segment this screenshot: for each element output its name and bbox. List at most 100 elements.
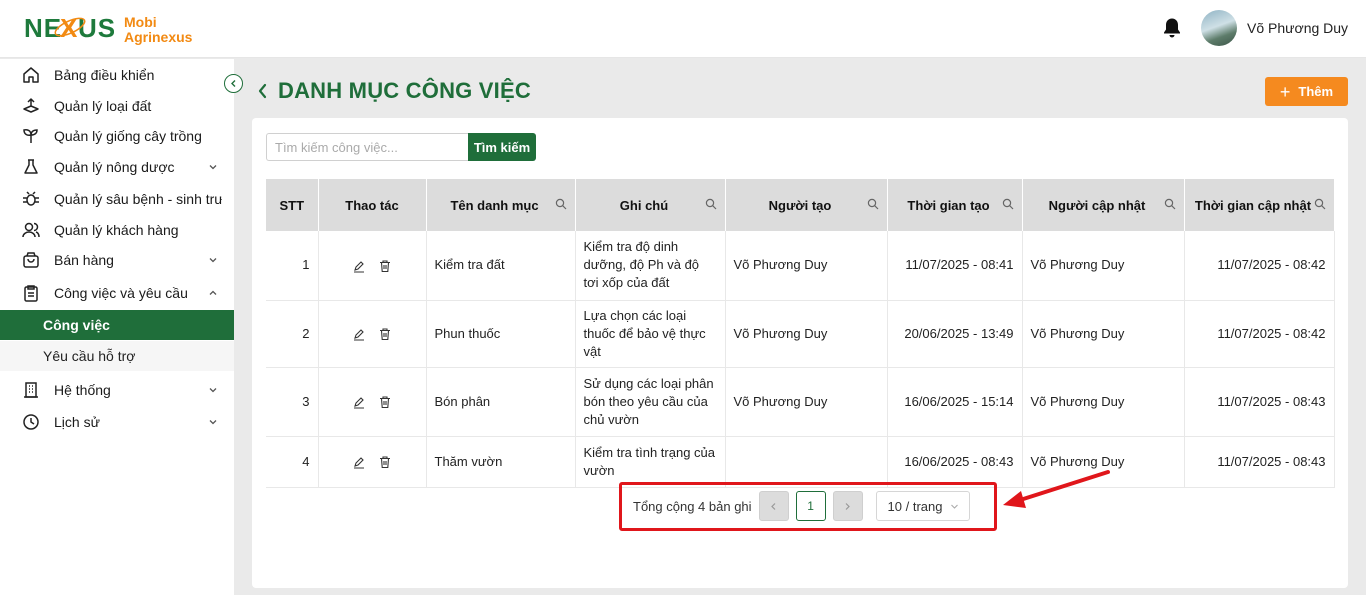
col-header-updater: Người cập nhật — [1022, 179, 1185, 231]
svg-text:US: US — [78, 13, 114, 43]
nexus-logo-icon: NE X US — [24, 13, 115, 43]
sidebar-item-label: Quản lý giống cây trồng — [54, 128, 202, 144]
delete-icon[interactable] — [378, 395, 392, 409]
sidebar-item-system[interactable]: Hệ thống — [0, 375, 234, 405]
sidebar-subitem-label: Yêu cầu hỗ trợ — [43, 348, 136, 364]
search-input[interactable] — [266, 133, 468, 161]
soil-icon — [23, 98, 39, 113]
search-icon[interactable] — [1314, 198, 1326, 210]
avatar[interactable] — [1201, 10, 1237, 46]
sidebar-item-label: Quản lý loại đất — [54, 98, 152, 114]
search-icon[interactable] — [705, 198, 717, 210]
sidebar-item-dashboard[interactable]: Bảng điều khiển — [0, 60, 234, 90]
col-header-label: Người tạo — [768, 197, 832, 213]
cell-name: Kiểm tra đất — [426, 231, 576, 301]
search-icon[interactable] — [1164, 198, 1176, 210]
logo-line-2: Agrinexus — [124, 29, 193, 45]
edit-icon[interactable] — [352, 455, 366, 469]
search-icon[interactable] — [555, 198, 567, 210]
cell-creator: Võ Phương Duy — [725, 367, 888, 437]
col-header-updated: Thời gian cập nhật — [1184, 179, 1335, 231]
cell-actions — [318, 367, 427, 437]
add-button-label: Thêm — [1298, 84, 1334, 99]
sidebar-item-label: Bảng điều khiển — [54, 67, 155, 83]
col-header-stt: STT — [266, 179, 319, 231]
search-icon[interactable] — [1002, 198, 1014, 210]
sidebar-item-plant[interactable]: Quản lý giống cây trồng — [0, 121, 234, 151]
page-size-select[interactable]: 10 / trang — [875, 491, 970, 521]
edit-icon[interactable] — [352, 259, 366, 273]
chevron-down-icon — [209, 258, 217, 263]
page-number-button[interactable]: 1 — [795, 491, 826, 521]
cell-note: Kiểm tra độ dinh dưỡng, độ Ph và độ tơi … — [575, 231, 726, 301]
edit-icon[interactable] — [352, 327, 366, 341]
chevron-down-icon — [209, 388, 217, 393]
clock-icon — [23, 414, 39, 430]
bell-icon[interactable] — [1162, 17, 1182, 39]
logo-text: Mobi Agrinexus — [124, 15, 192, 45]
page-title: DANH MỤC CÔNG VIỆC — [278, 78, 531, 103]
back-arrow-icon[interactable] — [256, 81, 270, 101]
delete-icon[interactable] — [378, 327, 392, 341]
bug-icon — [23, 191, 39, 206]
chevron-up-icon — [209, 290, 217, 295]
edit-icon[interactable] — [352, 395, 366, 409]
cell-creator: Võ Phương Duy — [725, 300, 888, 368]
sidebar-item-label: Công việc và yêu cầu — [54, 285, 188, 301]
tasks-table: STT Thao tác Tên danh mục Ghi chú Người … — [266, 179, 1335, 488]
app-logo[interactable]: NE X US Mobi Agrinexus — [24, 8, 192, 52]
cell-name: Thăm vườn — [426, 436, 576, 488]
sidebar-subitem-tasks[interactable]: Công việc — [0, 310, 234, 340]
cell-actions — [318, 300, 427, 368]
cell-creator — [725, 436, 888, 488]
cell-actions — [318, 436, 427, 488]
cell-note: Lựa chọn các loại thuốc để bảo vệ thực v… — [575, 300, 726, 368]
sidebar-item-history[interactable]: Lịch sử — [0, 407, 234, 437]
user-name[interactable]: Võ Phương Duy — [1247, 20, 1348, 36]
col-header-label: Người cập nhật — [1048, 197, 1146, 213]
chevron-down-icon — [209, 165, 217, 170]
col-header-label: Thời gian cập nhật — [1194, 197, 1312, 213]
search-icon[interactable] — [867, 198, 879, 210]
search-button[interactable]: Tìm kiếm — [468, 133, 536, 161]
chevron-left-icon — [771, 502, 776, 510]
sidebar-item-pesticide[interactable]: Quản lý nông dược — [0, 152, 234, 182]
sidebar-item-soil[interactable]: Quản lý loại đất — [0, 91, 234, 121]
sidebar-item-label: Lịch sử — [54, 414, 100, 430]
table-row: 4 Thăm vườn Kiểm tra tình trạng của vườn… — [266, 436, 1335, 488]
col-header-label: STT — [279, 197, 305, 213]
page-size-value: 10 / trang — [887, 498, 943, 514]
sidebar-item-tasks[interactable]: Công việc và yêu cầu — [0, 278, 234, 308]
top-header: NE X US Mobi Agrinexus Võ Phương Duy — [0, 0, 1366, 58]
cell-note: Kiểm tra tình trạng của vườn — [575, 436, 726, 488]
sidebar-item-label: Hệ thống — [54, 382, 111, 398]
cell-created: 16/06/2025 - 08:43 — [887, 436, 1023, 488]
pagination-total: Tổng cộng 4 bản ghi — [633, 498, 752, 514]
sidebar-item-sales[interactable]: Bán hàng — [0, 245, 234, 275]
delete-icon[interactable] — [378, 259, 392, 273]
table-row: 2 Phun thuốc Lựa chọn các loại thuốc để … — [266, 300, 1335, 368]
logo-mark: NE X US — [24, 9, 115, 52]
col-header-label: Thao tác — [345, 197, 399, 213]
next-page-button[interactable] — [832, 491, 863, 521]
add-button[interactable]: + Thêm — [1265, 77, 1348, 106]
cell-name: Bón phân — [426, 367, 576, 437]
prev-page-button[interactable] — [758, 491, 789, 521]
plus-icon: + — [1279, 81, 1291, 102]
delete-icon[interactable] — [378, 455, 392, 469]
sidebar: Bảng điều khiển Quản lý loại đất Quản lý… — [0, 59, 234, 595]
sidebar-item-pest[interactable]: Quản lý sâu bệnh - sinh trưởng — [0, 184, 234, 214]
col-header-note: Ghi chú — [575, 179, 726, 231]
cell-stt: 1 — [266, 231, 319, 301]
cell-stt: 2 — [266, 300, 319, 368]
cell-actions — [318, 231, 427, 301]
chevron-down-icon — [950, 504, 958, 509]
cell-updated: 11/07/2025 - 08:42 — [1184, 231, 1335, 301]
sidebar-collapse-button[interactable] — [224, 74, 243, 93]
cell-name: Phun thuốc — [426, 300, 576, 368]
sidebar-subitem-support[interactable]: Yêu cầu hỗ trợ — [0, 341, 234, 371]
cell-stt: 4 — [266, 436, 319, 488]
cell-updated: 11/07/2025 - 08:42 — [1184, 300, 1335, 368]
sidebar-item-customers[interactable]: Quản lý khách hàng — [0, 215, 234, 245]
building-icon — [24, 382, 38, 398]
